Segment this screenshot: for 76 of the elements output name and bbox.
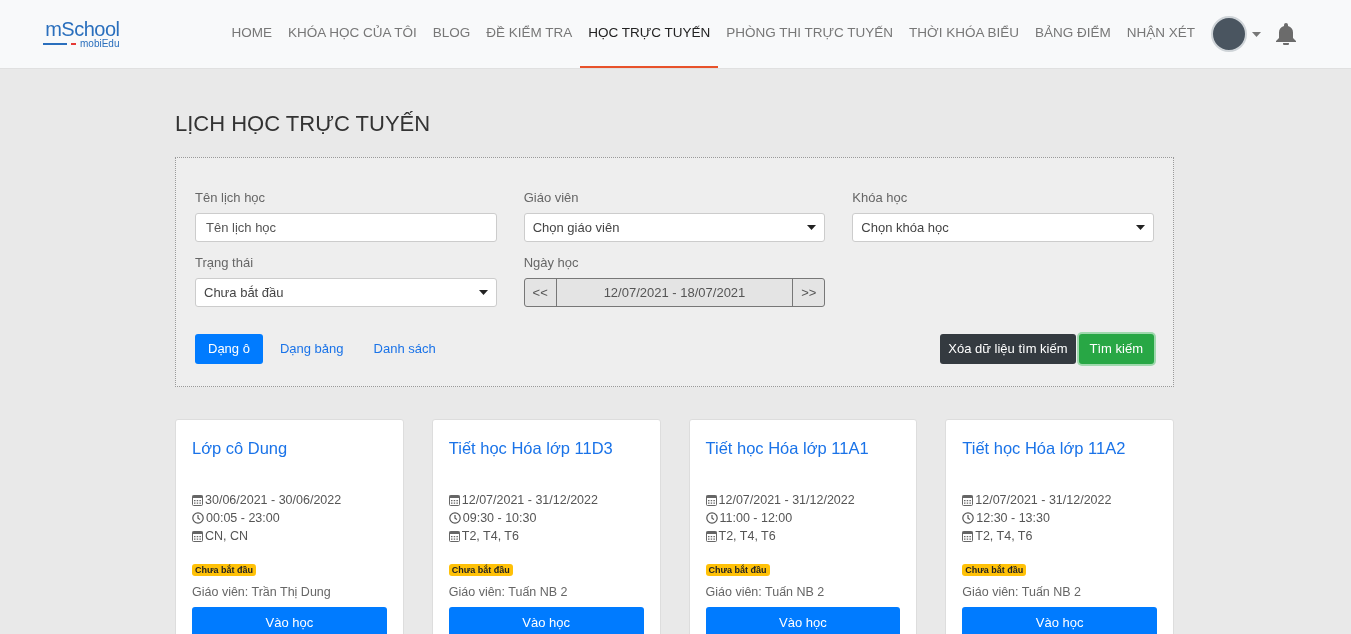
- time-range: 11:00 - 12:00: [719, 510, 793, 526]
- calendar-icon: [705, 494, 717, 507]
- caret-icon[interactable]: [1252, 31, 1261, 37]
- weekdays: T2, T4, T6: [975, 528, 1033, 544]
- field-label: Ngày học: [523, 256, 580, 269]
- teacher-name: Giáo viên: Tuấn NB 2: [962, 583, 1083, 601]
- weekdays: T2, T4, T6: [718, 528, 776, 544]
- nav-link[interactable]: NHẬN XÉT: [1118, 0, 1203, 68]
- nav-link[interactable]: THỜI KHÓA BIỂU: [901, 0, 1027, 68]
- next-week-button[interactable]: >>: [792, 279, 825, 306]
- search-button[interactable]: Tìm kiếm: [1078, 334, 1154, 364]
- weekdays: T2, T4, T6: [461, 528, 519, 544]
- calendar-icon: [962, 494, 974, 507]
- date-range: 12/07/2021 - 31/12/2022: [461, 492, 598, 508]
- calendar-icon: [705, 530, 717, 543]
- field-label: Trạng thái: [195, 256, 255, 269]
- calendar-icon: [192, 530, 203, 543]
- text-input[interactable]: Tên lịch học: [195, 213, 497, 242]
- join-class-button[interactable]: Vào học: [448, 607, 644, 634]
- calendar-icon: [448, 530, 460, 543]
- field-label: Giáo viên: [523, 191, 580, 204]
- dropdown-caret-icon: [478, 290, 488, 295]
- view-tab[interactable]: Dạng bảng: [266, 334, 357, 364]
- class-title[interactable]: Tiết học Hóa lớp 11D3: [448, 438, 644, 459]
- time-range: 09:30 - 10:30: [462, 510, 537, 526]
- dropdown[interactable]: Chọn khóa học: [852, 213, 1154, 242]
- nav-link[interactable]: HỌC TRỰC TUYẾN: [580, 0, 719, 68]
- date-range: 12/07/2021 - 31/12/2022: [975, 492, 1112, 508]
- clock-icon: [448, 512, 461, 525]
- join-class-button[interactable]: Vào học: [705, 607, 901, 634]
- clock-icon: [962, 512, 975, 525]
- bell-icon[interactable]: [1276, 23, 1296, 45]
- class-title[interactable]: Tiết học Hóa lớp 11A1: [705, 438, 901, 459]
- teacher-name: Giáo viên: Tuấn NB 2: [448, 583, 569, 601]
- dropdown[interactable]: Chưa bắt đầu: [195, 278, 497, 307]
- clock-icon: [705, 512, 718, 525]
- status-badge: Chưa bắt đầu: [192, 563, 257, 576]
- time-range: 12:30 - 13:30: [976, 510, 1050, 526]
- weekdays: CN, CN: [205, 528, 249, 544]
- calendar-icon: [962, 530, 974, 543]
- status-badge: Chưa bắt đầu: [962, 563, 1027, 576]
- calendar-icon: [448, 494, 460, 507]
- status-badge: Chưa bắt đầu: [705, 563, 770, 576]
- view-tab[interactable]: Danh sách: [360, 334, 449, 364]
- dropdown-caret-icon: [1136, 225, 1145, 230]
- dropdown[interactable]: Chọn giáo viên: [523, 213, 826, 242]
- dropdown-caret-icon: [807, 225, 817, 230]
- nav-link[interactable]: HOME: [223, 0, 280, 68]
- status-badge: Chưa bắt đầu: [448, 563, 513, 576]
- clear-search-button[interactable]: Xóa dữ liệu tìm kiếm: [940, 334, 1076, 364]
- class-title[interactable]: Lớp cô Dung: [192, 438, 387, 459]
- field-label: Khóa học: [852, 191, 909, 204]
- field-label: Tên lịch học: [195, 191, 267, 204]
- logo-subtitle: mobiEdu: [80, 39, 120, 49]
- teacher-name: Giáo viên: Tuấn NB 2: [705, 583, 826, 601]
- class-title[interactable]: Tiết học Hóa lớp 11A2: [962, 438, 1157, 459]
- logo-title: mSchool: [45, 19, 120, 39]
- calendar-icon: [192, 494, 203, 507]
- page-title: LỊCH HỌC TRỰC TUYẾN: [175, 113, 432, 135]
- nav-link[interactable]: KHÓA HỌC CỦA TÔI: [279, 0, 425, 68]
- nav-link[interactable]: BẢNG ĐIỂM: [1026, 0, 1119, 68]
- avatar[interactable]: [1211, 16, 1247, 52]
- logo[interactable]: mSchool mobiEdu: [43, 19, 120, 49]
- clock-icon: [192, 512, 204, 525]
- date-range: 12/07/2021 - 31/12/2022: [718, 492, 855, 508]
- date-range: 30/06/2021 - 30/06/2022: [205, 492, 342, 508]
- date-range: 12/07/2021 - 18/07/2021: [602, 283, 747, 302]
- join-class-button[interactable]: Vào học: [192, 607, 387, 634]
- join-class-button[interactable]: Vào học: [962, 607, 1157, 634]
- nav-link[interactable]: PHÒNG THI TRỰC TUYẾN: [718, 0, 902, 68]
- nav-link[interactable]: BLOG: [424, 0, 479, 68]
- nav-link[interactable]: ĐỀ KIỂM TRA: [478, 0, 581, 68]
- view-tab[interactable]: Dạng ô: [195, 334, 263, 364]
- prev-week-button[interactable]: <<: [524, 279, 557, 306]
- teacher-name: Giáo viên: Trần Thị Dung: [192, 583, 332, 601]
- time-range: 00:05 - 23:00: [206, 510, 280, 526]
